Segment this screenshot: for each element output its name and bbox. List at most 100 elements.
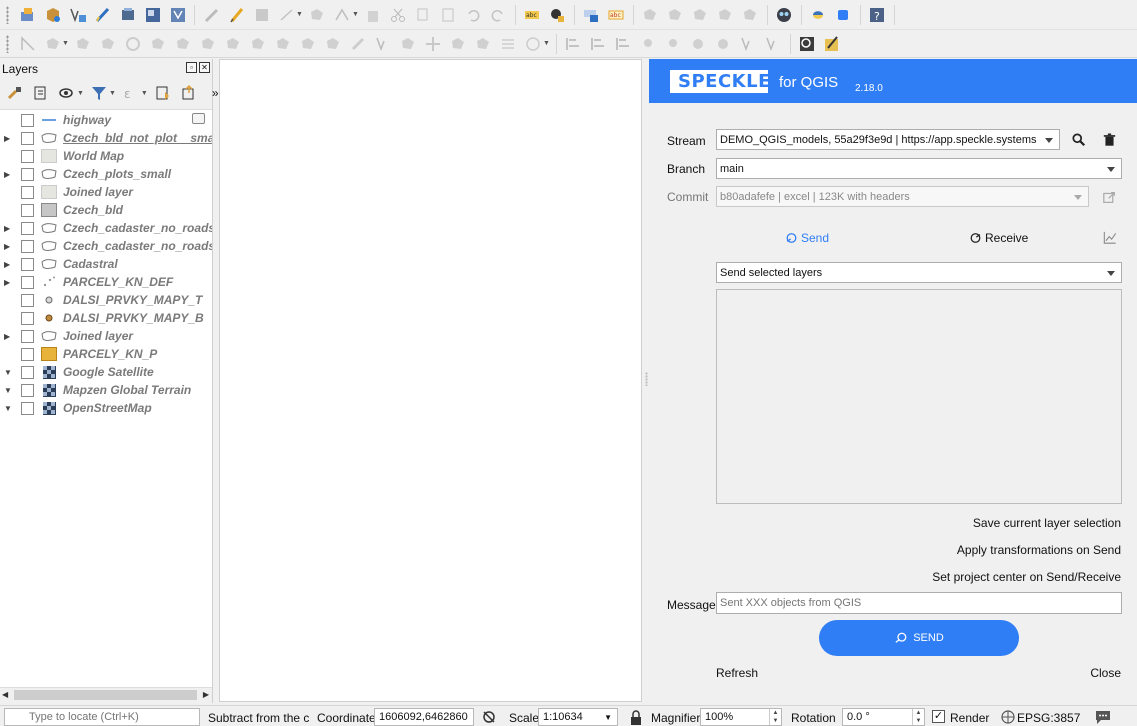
new-shapefile-icon[interactable]	[68, 5, 88, 25]
layer-row[interactable]: ▼ Mapzen Global Terrain	[0, 381, 212, 399]
expand-arrow-icon[interactable]: ▼	[4, 404, 12, 413]
layer-visibility-checkbox[interactable]	[21, 203, 34, 217]
selected-layers-list[interactable]	[716, 289, 1122, 504]
save-edits-icon[interactable]	[252, 5, 272, 25]
svg-annotation-icon[interactable]	[763, 34, 783, 54]
digitize-pen-icon[interactable]	[93, 5, 113, 25]
send-mode-select[interactable]: Send selected layers	[716, 262, 1122, 283]
form-annotation-icon[interactable]	[713, 34, 733, 54]
filter-legend-icon[interactable]	[89, 83, 109, 103]
pin-labels-icon[interactable]	[640, 5, 660, 25]
layer-visibility-checkbox[interactable]	[21, 275, 34, 289]
coordinate-field[interactable]: 1606092,6462860	[374, 708, 474, 726]
message-input[interactable]	[716, 592, 1122, 614]
help-icon[interactable]: ?	[867, 5, 887, 25]
edit-pencil-grey-icon[interactable]	[202, 5, 222, 25]
layer-visibility-checkbox[interactable]	[21, 401, 34, 415]
layer-row[interactable]: ▼ OpenStreetMap	[0, 399, 212, 417]
layer-visibility-checkbox[interactable]	[21, 383, 34, 397]
layer-row[interactable]: ▶ Czech_plots_small	[0, 165, 212, 183]
add-group-icon[interactable]	[31, 83, 51, 103]
globe-crs-icon[interactable]	[1000, 710, 1016, 724]
split-features-icon[interactable]	[223, 34, 243, 54]
layer-visibility-checkbox[interactable]	[21, 221, 34, 235]
plugin-blue-icon[interactable]	[833, 5, 853, 25]
send-button[interactable]: SEND	[819, 620, 1019, 656]
layer-visibility-checkbox[interactable]	[21, 365, 34, 379]
toolbar-grip[interactable]	[6, 5, 9, 24]
speckle-plugin-icon[interactable]	[774, 5, 794, 25]
add-part-icon[interactable]	[98, 34, 118, 54]
stream-select[interactable]: DEMO_QGIS_models, 55a29f3e9d | https://a…	[716, 129, 1060, 150]
report-chart-icon[interactable]	[1102, 229, 1118, 245]
scrollbar-thumb[interactable]	[14, 690, 197, 700]
expand-arrow-icon[interactable]: ▼	[4, 368, 12, 377]
search-icon[interactable]	[1071, 132, 1087, 148]
layer-row[interactable]: ▶ Czech_cadaster_no_roads c	[0, 237, 212, 255]
copy-move-icon[interactable]	[448, 34, 468, 54]
field-calculator-icon[interactable]	[822, 34, 842, 54]
send-tab[interactable]: Send	[785, 231, 829, 245]
merge-attributes-icon[interactable]	[298, 34, 318, 54]
offset-curve-icon[interactable]	[198, 34, 218, 54]
expand-arrow-icon[interactable]: ▶	[4, 278, 12, 287]
new-spatialite-icon[interactable]	[143, 5, 163, 25]
layer-visibility-checkbox[interactable]	[21, 185, 34, 199]
scale-select[interactable]: 1:10634 ▼	[538, 708, 618, 726]
trash-icon[interactable]	[1101, 132, 1117, 148]
cut-features-icon[interactable]	[388, 5, 408, 25]
digitize-grey-icon[interactable]	[18, 34, 38, 54]
label-toolbar-icon[interactable]	[581, 5, 601, 25]
show-hide-labels-icon[interactable]	[665, 5, 685, 25]
commit-select[interactable]: b80adafefe | excel | 123K with headers	[716, 186, 1089, 207]
layer-row[interactable]: highway	[0, 111, 212, 129]
expand-arrow-icon[interactable]: ▶	[4, 242, 12, 251]
branch-select[interactable]: main	[716, 158, 1122, 179]
delete-part-icon[interactable]	[148, 34, 168, 54]
layer-row[interactable]: ▶ Czech_cadaster_no_roads	[0, 219, 212, 237]
layer-visibility-checkbox[interactable]	[21, 131, 34, 145]
delete-ring-icon[interactable]	[123, 34, 143, 54]
virtual-layer-icon[interactable]	[118, 5, 138, 25]
label-abc-icon[interactable]: abc	[522, 5, 542, 25]
trim-extend-icon[interactable]	[398, 34, 418, 54]
layer-row[interactable]: Joined layer	[0, 183, 212, 201]
layer-visibility-checkbox[interactable]	[21, 347, 34, 361]
layer-indicator-icon[interactable]	[192, 113, 205, 124]
filter-expression-icon[interactable]: ε	[121, 83, 141, 103]
layer-row[interactable]: Czech_bld	[0, 201, 212, 219]
rotation-field[interactable]: 0.0 ° ▲ ▼	[842, 708, 925, 726]
expand-arrow-icon[interactable]: ▶	[4, 260, 12, 269]
messages-icon[interactable]	[1094, 709, 1112, 725]
expand-arrow-icon[interactable]: ▶	[4, 134, 12, 143]
layer-visibility-checkbox[interactable]	[21, 149, 34, 163]
layer-row[interactable]: PARCELY_KN_P	[0, 345, 212, 363]
expand-arrow-icon[interactable]: ▼	[4, 386, 12, 395]
more-tools-chevron-icon[interactable]: »	[212, 86, 219, 100]
collapse-all-icon[interactable]	[179, 83, 199, 103]
vertex-tool-icon[interactable]	[332, 5, 352, 25]
scale-feature-icon[interactable]	[473, 34, 493, 54]
manage-map-themes-icon[interactable]	[57, 83, 77, 103]
render-checkbox[interactable]: ✓	[932, 710, 945, 723]
close-panel-icon[interactable]: ✕	[199, 62, 210, 73]
undo-icon[interactable]	[463, 5, 483, 25]
close-button[interactable]: Close	[1090, 666, 1121, 680]
digitize-tools-icon[interactable]	[277, 5, 297, 25]
pin-feature-icon[interactable]	[638, 34, 658, 54]
split-parts-icon[interactable]	[248, 34, 268, 54]
apply-transformations-button[interactable]: Apply transformations on Send	[957, 543, 1121, 557]
python-console-icon[interactable]	[808, 5, 828, 25]
rotate-symbols-icon[interactable]	[323, 34, 343, 54]
magnifier-spinner[interactable]: ▲ ▼	[769, 709, 781, 725]
map-canvas[interactable]	[219, 59, 642, 702]
open-external-icon[interactable]	[1101, 189, 1117, 205]
float-panel-icon[interactable]: ▫	[186, 62, 197, 73]
data-source-manager-icon[interactable]	[18, 5, 38, 25]
locate-input[interactable]	[4, 708, 200, 726]
layer-row[interactable]: ▶ Joined layer	[0, 327, 212, 345]
set-project-center-button[interactable]: Set project center on Send/Receive	[932, 570, 1121, 584]
layer-row[interactable]: ▶ Cadastral	[0, 255, 212, 273]
crs-label[interactable]: EPSG:3857	[1017, 711, 1080, 725]
layer-row[interactable]: ▼ Google Satellite	[0, 363, 212, 381]
